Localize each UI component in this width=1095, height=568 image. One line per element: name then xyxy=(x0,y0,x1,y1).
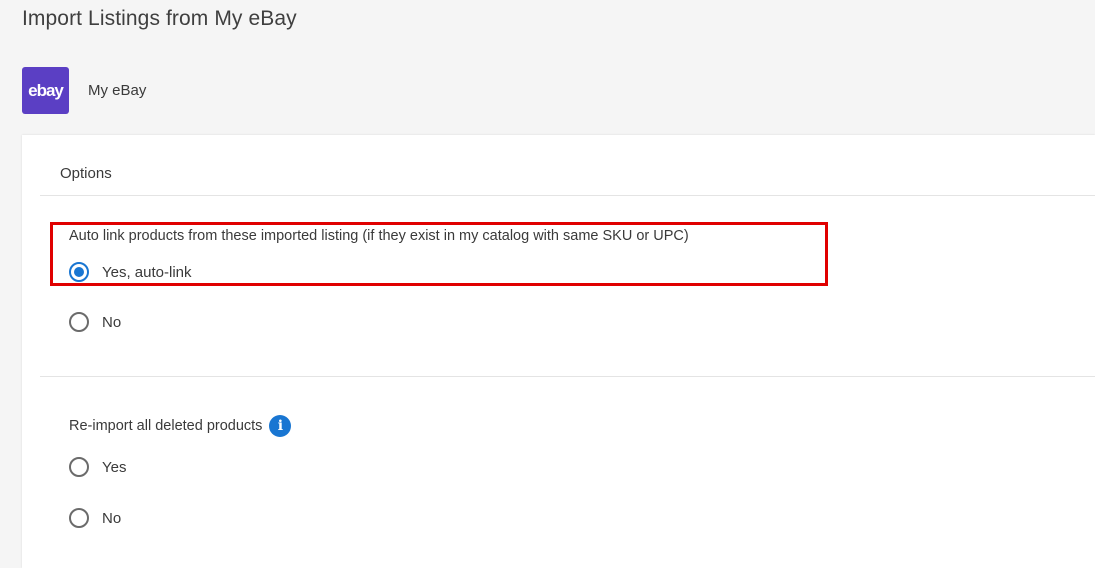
radio-checked-icon[interactable] xyxy=(69,262,89,282)
options-card: Options Auto link products from these im… xyxy=(22,135,1095,568)
reimport-yes-radio[interactable]: Yes xyxy=(69,454,126,480)
radio-label: Yes, auto-link xyxy=(102,263,192,281)
auto-link-no-radio[interactable]: No xyxy=(69,309,121,335)
ebay-logo: ebay xyxy=(22,67,69,114)
page-title: Import Listings from My eBay xyxy=(22,7,297,30)
divider xyxy=(40,376,1095,377)
divider xyxy=(40,195,1095,196)
auto-link-question: Auto link products from these imported l… xyxy=(69,228,689,244)
radio-unchecked-icon[interactable] xyxy=(69,457,89,477)
channel-row: ebay My eBay xyxy=(22,67,146,114)
options-header: Options xyxy=(60,165,112,182)
reimport-question: Re-import all deleted products i xyxy=(69,415,292,437)
radio-label: Yes xyxy=(102,458,127,476)
channel-name: My eBay xyxy=(88,82,147,99)
info-icon[interactable]: i xyxy=(269,415,292,437)
auto-link-yes-radio[interactable]: Yes, auto-link xyxy=(69,259,192,285)
reimport-question-label: Re-import all deleted products xyxy=(69,418,263,434)
radio-label: No xyxy=(102,509,122,527)
radio-unchecked-icon[interactable] xyxy=(69,312,89,332)
reimport-no-radio[interactable]: No xyxy=(69,505,121,531)
radio-unchecked-icon[interactable] xyxy=(69,508,89,528)
radio-label: No xyxy=(102,313,122,331)
